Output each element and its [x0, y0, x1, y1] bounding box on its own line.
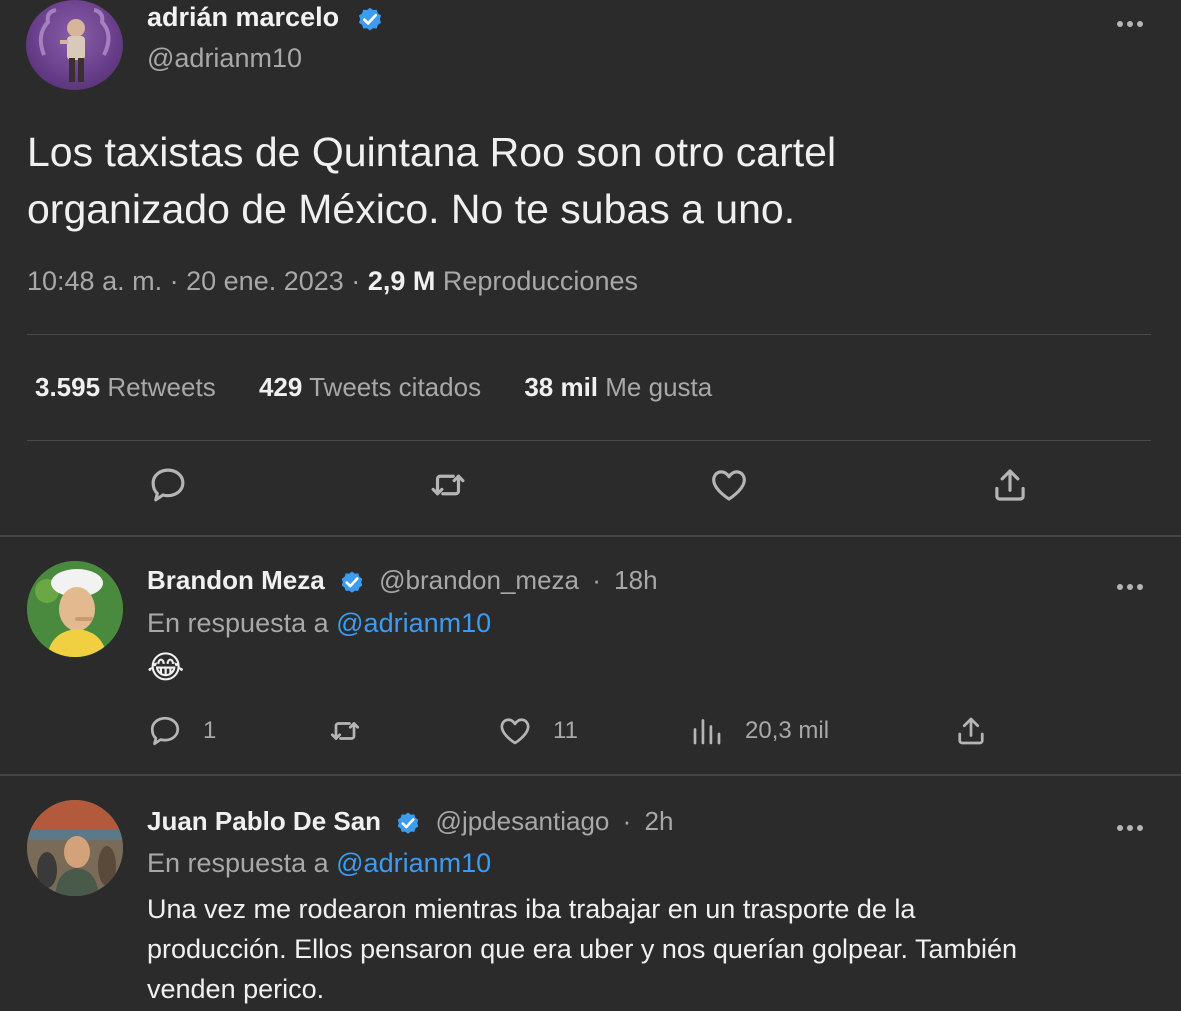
quotes-count: 429 [258, 372, 303, 402]
retweet-button[interactable] [427, 464, 469, 506]
reply-context-prefix: En respuesta a [147, 608, 329, 638]
reply-context: En respuesta a @adrianm10 [147, 848, 491, 879]
meta-separator: · [351, 266, 361, 296]
likes-count: 38 mil [524, 372, 599, 402]
reply-text: 😂 [147, 649, 185, 685]
quotes-stat[interactable]: 429 Tweets citados [259, 372, 481, 403]
author-name[interactable]: adrián marcelo [147, 2, 385, 34]
quotes-label: Tweets citados [309, 372, 482, 402]
views-chart-icon [693, 719, 721, 745]
retweet-icon [330, 722, 360, 740]
avatar[interactable] [26, 0, 123, 90]
likes-stat[interactable]: 38 mil Me gusta [524, 372, 712, 403]
tweet-text-line: Los taxistas de Quintana Roo son otro ca… [27, 129, 837, 175]
more-options-icon[interactable] [1117, 577, 1151, 590]
reply-button[interactable] [147, 464, 189, 506]
verified-badge-icon [341, 571, 363, 593]
views-label: Reproducciones [442, 266, 638, 296]
tweet-stats: 3.595 Retweets 429 Tweets citados 38 mil… [35, 372, 748, 403]
like-icon [500, 718, 530, 745]
reply-count: 1 [203, 717, 217, 744]
views-count: 20,3 mil [745, 717, 830, 744]
mention-link[interactable]: @adrianm10 [336, 608, 491, 638]
reply-tweet[interactable]: Juan Pablo De San @jpdesantiago · 2h En … [0, 776, 1181, 1011]
author-handle[interactable]: @brandon_meza [379, 565, 579, 595]
views-count: 2,9 M [367, 266, 436, 296]
reply-header: Brandon Meza @brandon_meza · 18h [147, 565, 658, 596]
share-icon [958, 717, 984, 745]
like-button[interactable]: 11 [497, 713, 578, 749]
tweet-time[interactable]: 10:48 a. m. [27, 266, 162, 296]
reply-text: Una vez me rodearon mientras iba trabaja… [147, 889, 1147, 1009]
meta-separator: · [622, 806, 632, 836]
tweet-action-bar [0, 464, 1181, 512]
reply-text-line: producción. Ellos pensaron que era uber … [147, 934, 1018, 964]
reply-header: Juan Pablo De San @jpdesantiago · 2h [147, 806, 673, 837]
main-tweet: adrián marcelo @adrianm10 Los taxistas d… [0, 0, 1181, 536]
avatar[interactable] [27, 561, 123, 657]
divider [27, 440, 1151, 441]
reply-time[interactable]: 2h [645, 806, 674, 836]
avatar[interactable] [27, 800, 123, 896]
reply-time[interactable]: 18h [614, 565, 657, 595]
retweets-count: 3.595 [35, 372, 101, 402]
retweet-icon [431, 474, 465, 496]
like-button[interactable] [708, 464, 750, 506]
meta-separator: · [169, 266, 179, 296]
verified-badge-icon [358, 7, 381, 31]
author-handle[interactable]: @jpdesantiago [436, 806, 610, 836]
like-icon [712, 470, 746, 501]
divider [27, 334, 1151, 335]
likes-label: Me gusta [605, 372, 713, 402]
reply-icon [151, 468, 185, 502]
views-button[interactable]: 20,3 mil [689, 713, 829, 749]
author-name[interactable]: Brandon Meza [147, 565, 325, 595]
tweet-date[interactable]: 20 ene. 2023 [186, 266, 344, 296]
reply-tweet[interactable]: Brandon Meza @brandon_meza · 18h En resp… [0, 537, 1181, 774]
author-handle[interactable]: @adrianm10 [147, 43, 302, 74]
verified-badge-icon [398, 812, 419, 834]
tweet-meta: 10:48 a. m. · 20 ene. 2023 · 2,9 M Repro… [27, 266, 638, 297]
retweet-button[interactable] [327, 713, 363, 749]
mention-link[interactable]: @adrianm10 [336, 848, 491, 878]
author-name-text[interactable]: adrián marcelo [147, 2, 339, 32]
share-button[interactable] [989, 464, 1031, 506]
retweets-stat[interactable]: 3.595 Retweets [35, 372, 216, 403]
reply-text-line: venden perico. [147, 974, 325, 1004]
tweet-text-line: organizado de México. No te subas a uno. [27, 186, 796, 232]
tweet-thread: adrián marcelo @adrianm10 Los taxistas d… [0, 0, 1181, 1011]
meta-separator: · [592, 565, 601, 595]
retweets-label: Retweets [107, 372, 216, 402]
share-icon [995, 469, 1025, 501]
reply-text-line: Una vez me rodearon mientras iba trabaja… [147, 894, 916, 924]
reply-context: En respuesta a @adrianm10 [147, 608, 491, 639]
more-options-icon[interactable] [1117, 818, 1151, 831]
more-options-icon[interactable] [1117, 14, 1151, 27]
like-count: 11 [553, 717, 578, 744]
author-name[interactable]: Juan Pablo De San [147, 806, 381, 836]
reply-icon [150, 716, 180, 746]
reply-context-prefix: En respuesta a [147, 848, 329, 878]
share-button[interactable] [953, 713, 989, 749]
tweet-text: Los taxistas de Quintana Roo son otro ca… [27, 124, 1147, 238]
reply-button[interactable]: 1 [147, 713, 216, 749]
